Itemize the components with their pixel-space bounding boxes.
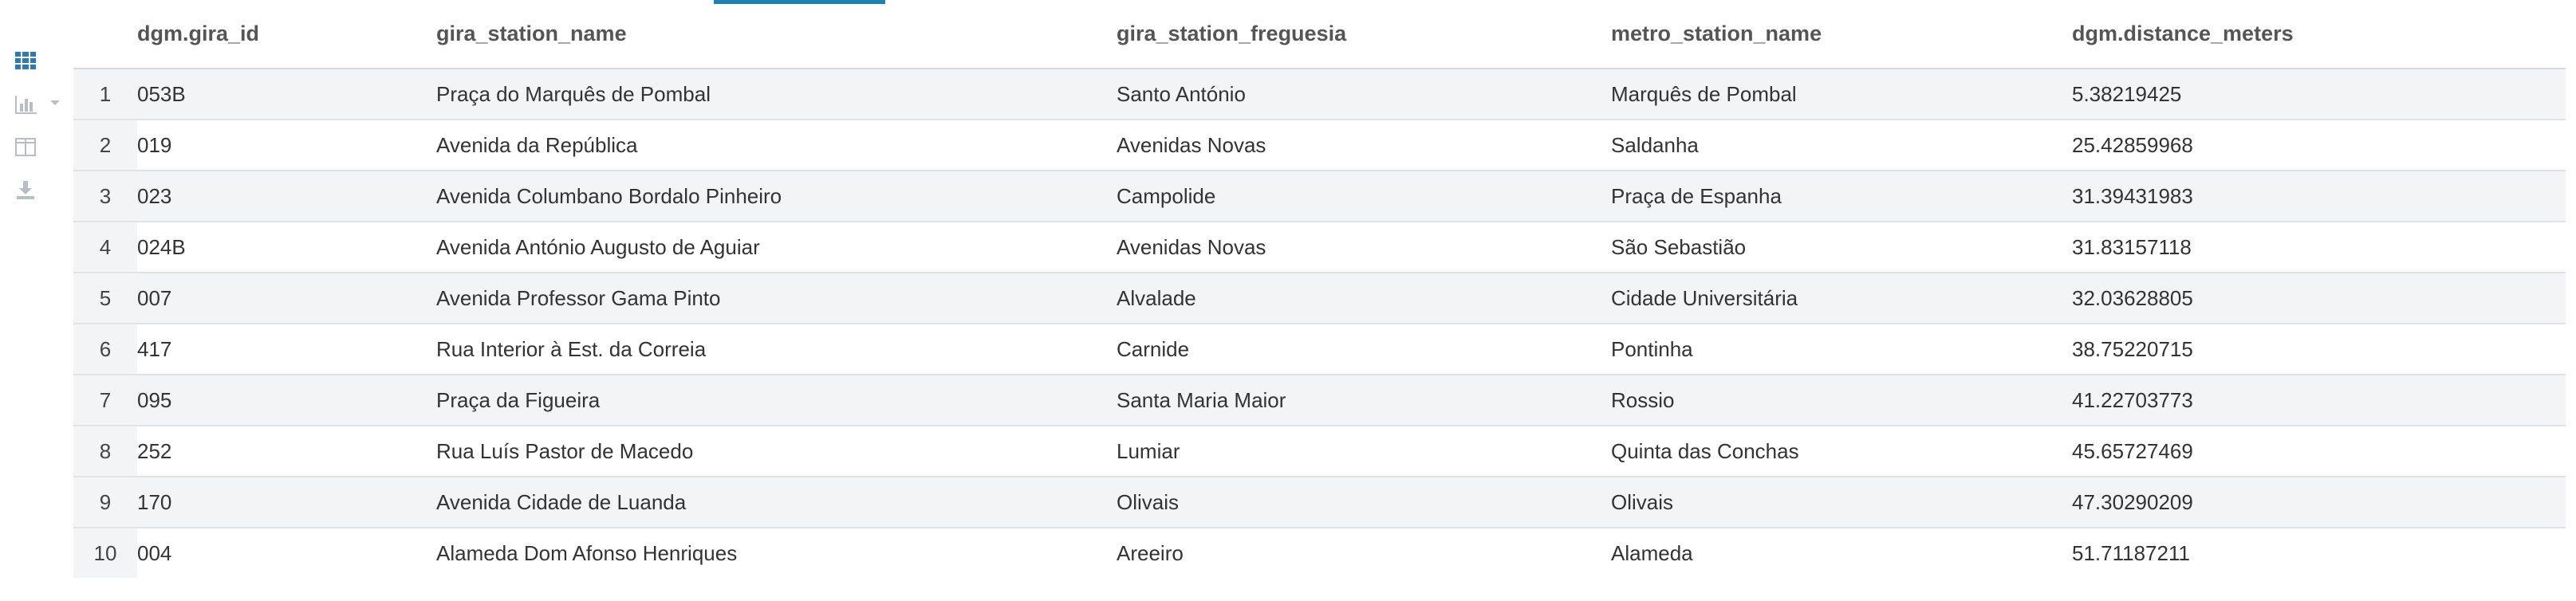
table-cell[interactable]: Saldanha [1611,120,2072,171]
table-row[interactable]: 2 019 Avenida da República Avenidas Novas Sa… [73,120,2566,171]
table-cell[interactable]: Avenida Columbano Bordalo Pinheiro [436,171,1117,222]
table-row[interactable]: 8 252 Rua Luís Pastor de Macedo Lumiar Quint… [73,426,2566,477]
result-toolbar [14,49,62,222]
table-cell[interactable]: Quinta das Conchas [1611,426,2072,477]
table-cell[interactable]: Avenidas Novas [1117,222,1611,273]
bar-chart-icon [15,96,37,114]
table-cell[interactable]: Alameda Dom Afonso Henriques [436,528,1117,578]
results-table: dgm.gira_id gira_station_name gira_stati… [73,0,2566,578]
table-cell[interactable]: 252 [137,426,436,477]
row-index: 9 [73,477,137,528]
column-header[interactable]: metro_station_name [1611,0,2072,69]
table-row[interactable]: 5 007 Avenida Professor Gama Pinto Alvalade… [73,273,2566,324]
table-row[interactable]: 9 170 Avenida Cidade de Luanda Olivais Oliva… [73,477,2566,528]
chevron-down-icon[interactable] [49,99,61,107]
table-cell[interactable]: Areeiro [1117,528,1611,578]
table-row[interactable]: 1 053B Praça do Marquês de Pombal Santo Ant… [73,69,2566,120]
table-cell[interactable]: Marquês de Pombal [1611,69,2072,120]
table-cell[interactable]: 41.22703773 [2072,375,2566,426]
row-index-header [73,0,137,69]
table-cell[interactable]: 32.03628805 [2072,273,2566,324]
table-cell[interactable]: 019 [137,120,436,171]
column-header[interactable]: dgm.distance_meters [2072,0,2566,69]
table-cell[interactable]: 004 [137,528,436,578]
table-cell[interactable]: 417 [137,324,436,375]
table-cell[interactable]: Praça do Marquês de Pombal [436,69,1117,120]
table-cell[interactable]: Avenida da República [436,120,1117,171]
table-cell[interactable]: Olivais [1611,477,2072,528]
table-cell[interactable]: Carnide [1117,324,1611,375]
table-cell[interactable]: Cidade Universitária [1611,273,2072,324]
column-header[interactable]: gira_station_name [436,0,1117,69]
download-icon [17,181,34,199]
table-cell[interactable]: Praça de Espanha [1611,171,2072,222]
table-cell[interactable]: Avenida Cidade de Luanda [436,477,1117,528]
table-cell[interactable]: Santo António [1117,69,1611,120]
table-cell[interactable]: 31.39431983 [2072,171,2566,222]
table-grid-icon [15,52,36,69]
table-row[interactable]: 6 417 Rua Interior à Est. da Correia Carnid… [73,324,2566,375]
table-row[interactable]: 7 095 Praça da Figueira Santa Maria Maior Ro… [73,375,2566,426]
table-cell[interactable]: 007 [137,273,436,324]
table-cell[interactable]: 51.71187211 [2072,528,2566,578]
columns-icon [15,138,36,156]
table-header-row: dgm.gira_id gira_station_name gira_stati… [73,0,2566,69]
table-row[interactable]: 4 024B Avenida António Augusto de Aguiar Av… [73,222,2566,273]
table-row[interactable]: 10 004 Alameda Dom Afonso Henriques Areeiro… [73,528,2566,578]
table-cell[interactable]: 31.83157118 [2072,222,2566,273]
table-cell[interactable]: Alvalade [1117,273,1611,324]
table-cell[interactable]: Rua Interior à Est. da Correia [436,324,1117,375]
row-index: 5 [73,273,137,324]
split-view-button[interactable] [14,136,41,163]
table-cell[interactable]: 38.75220715 [2072,324,2566,375]
row-index: 1 [73,69,137,120]
table-cell[interactable]: 5.38219425 [2072,69,2566,120]
row-index: 10 [73,528,137,578]
table-cell[interactable]: Campolide [1117,171,1611,222]
table-cell[interactable]: Rossio [1611,375,2072,426]
row-index: 6 [73,324,137,375]
row-index: 3 [73,171,137,222]
results-table-container: dgm.gira_id gira_station_name gira_stati… [73,0,2566,578]
row-index: 7 [73,375,137,426]
table-cell[interactable]: Alameda [1611,528,2072,578]
download-button[interactable] [14,179,41,206]
table-cell[interactable]: São Sebastião [1611,222,2072,273]
table-cell[interactable]: 053B [137,69,436,120]
table-cell[interactable]: Rua Luís Pastor de Macedo [436,426,1117,477]
table-cell[interactable]: Praça da Figueira [436,375,1117,426]
table-cell[interactable]: Avenidas Novas [1117,120,1611,171]
table-view-button[interactable] [14,49,41,77]
table-cell[interactable]: 47.30290209 [2072,477,2566,528]
table-cell[interactable]: Lumiar [1117,426,1611,477]
table-cell[interactable]: 095 [137,375,436,426]
row-index: 4 [73,222,137,273]
table-cell[interactable]: 024B [137,222,436,273]
table-cell[interactable]: 023 [137,171,436,222]
row-index: 2 [73,120,137,171]
results-panel: dgm.gira_id gira_station_name gira_stati… [0,0,2576,601]
table-cell[interactable]: Pontinha [1611,324,2072,375]
table-cell[interactable]: 45.65727469 [2072,426,2566,477]
column-header[interactable]: gira_station_freguesia [1117,0,1611,69]
table-row[interactable]: 3 023 Avenida Columbano Bordalo Pinheiro Ca… [73,171,2566,222]
row-index: 8 [73,426,137,477]
chart-view-button[interactable] [14,92,60,120]
table-cell[interactable]: Avenida António Augusto de Aguiar [436,222,1117,273]
table-cell[interactable]: Avenida Professor Gama Pinto [436,273,1117,324]
table-cell[interactable]: Olivais [1117,477,1611,528]
table-cell[interactable]: 170 [137,477,436,528]
column-header[interactable]: dgm.gira_id [137,0,436,69]
table-cell[interactable]: Santa Maria Maior [1117,375,1611,426]
table-cell[interactable]: 25.42859968 [2072,120,2566,171]
